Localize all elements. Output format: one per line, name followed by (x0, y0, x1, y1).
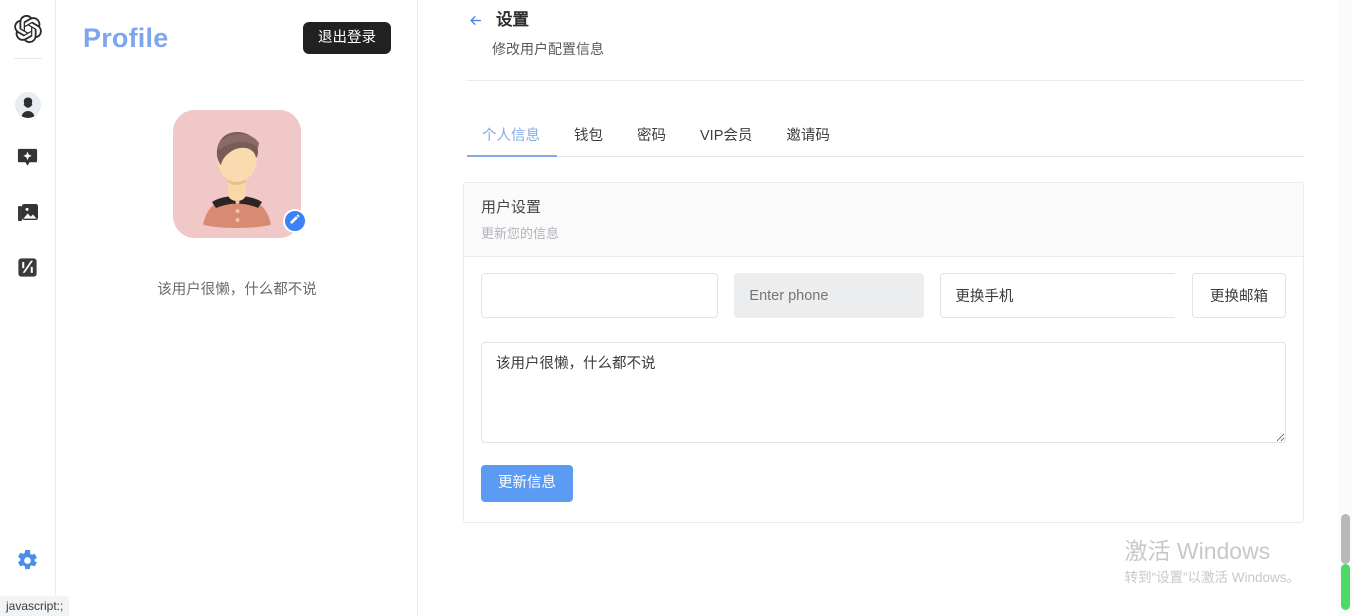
rail-item-account[interactable] (8, 85, 48, 125)
avatar[interactable] (173, 110, 307, 238)
bio-textarea[interactable] (481, 342, 1286, 443)
scrollbar-progress-indicator (1341, 564, 1350, 610)
gear-icon[interactable] (8, 540, 48, 580)
icon-rail (0, 0, 56, 616)
card-header: 用户设置 更新您的信息 (464, 183, 1303, 257)
windows-activation-watermark: 激活 Windows 转到“设置”以激活 Windows。 (1124, 537, 1300, 588)
change-phone-button[interactable]: 更换手机 (940, 273, 1175, 318)
brand-mark-icon (16, 256, 39, 284)
update-info-button[interactable]: 更新信息 (481, 465, 573, 502)
scrollbar-thumb[interactable] (1341, 514, 1350, 564)
card-subtitle: 更新您的信息 (481, 226, 560, 241)
phone-input[interactable] (734, 273, 925, 318)
rail-item-apps[interactable] (8, 250, 48, 290)
status-bar: javascript:; (0, 596, 70, 616)
logout-button[interactable]: 退出登录 (303, 21, 391, 55)
settings-tabs: 个人信息 钱包 密码 VIP会员 邀请码 (467, 118, 1304, 157)
sparkle-badge-icon (16, 146, 39, 174)
header-divider (467, 80, 1304, 81)
pencil-icon (289, 212, 301, 230)
rail-divider (13, 58, 42, 59)
user-avatar-icon (14, 92, 41, 118)
edit-avatar-button[interactable] (283, 209, 307, 233)
page-scrollbar[interactable] (1338, 0, 1352, 616)
settings-header: 设置 修改用户配置信息 (419, 0, 1352, 59)
tab-password[interactable]: 密码 (620, 118, 683, 156)
settings-pane: 设置 修改用户配置信息 个人信息 钱包 密码 VIP会员 邀请码 用户设置 更新… (419, 0, 1352, 616)
profile-panel: Profile 退出登录 该用户很懒，什么都不说 (57, 0, 418, 616)
rail-item-assistant[interactable] (8, 140, 48, 180)
rail-item-gallery[interactable] (8, 195, 48, 235)
account-field-row: 更换手机 更换邮箱 (481, 273, 1286, 326)
settings-header-row: 设置 (467, 10, 1304, 32)
user-settings-card: 用户设置 更新您的信息 更换手机 更换邮箱 更新信息 (463, 182, 1304, 523)
username-input[interactable] (481, 273, 719, 318)
tab-vip[interactable]: VIP会员 (683, 118, 769, 156)
watermark-line-2: 转到“设置”以激活 Windows。 (1124, 570, 1300, 585)
profile-header: Profile 退出登录 (57, 0, 417, 76)
app-window: Profile 退出登录 该用户很懒，什么都不说 设置 修改用户配置信息 个人信… (0, 0, 1352, 616)
settings-title: 设置 (496, 11, 529, 29)
page-title: Profile (83, 22, 169, 53)
arrow-left-icon[interactable] (467, 12, 484, 32)
tab-wallet[interactable]: 钱包 (557, 118, 620, 156)
profile-bio-text: 该用户很懒，什么都不说 (157, 282, 317, 298)
watermark-line-1: 激活 Windows (1124, 538, 1271, 564)
change-phone-scroll-area[interactable]: 更换手机 (940, 273, 1175, 326)
image-library-icon (16, 201, 40, 230)
openai-logo-icon[interactable] (11, 12, 45, 46)
change-email-button[interactable]: 更换邮箱 (1192, 273, 1286, 318)
tab-personal-info[interactable]: 个人信息 (467, 118, 557, 157)
card-title: 用户设置 (481, 199, 542, 216)
settings-subtitle: 修改用户配置信息 (492, 41, 604, 57)
avatar-illustration (173, 110, 301, 238)
card-body: 更换手机 更换邮箱 更新信息 (464, 257, 1303, 522)
tab-invite-code[interactable]: 邀请码 (769, 118, 847, 156)
